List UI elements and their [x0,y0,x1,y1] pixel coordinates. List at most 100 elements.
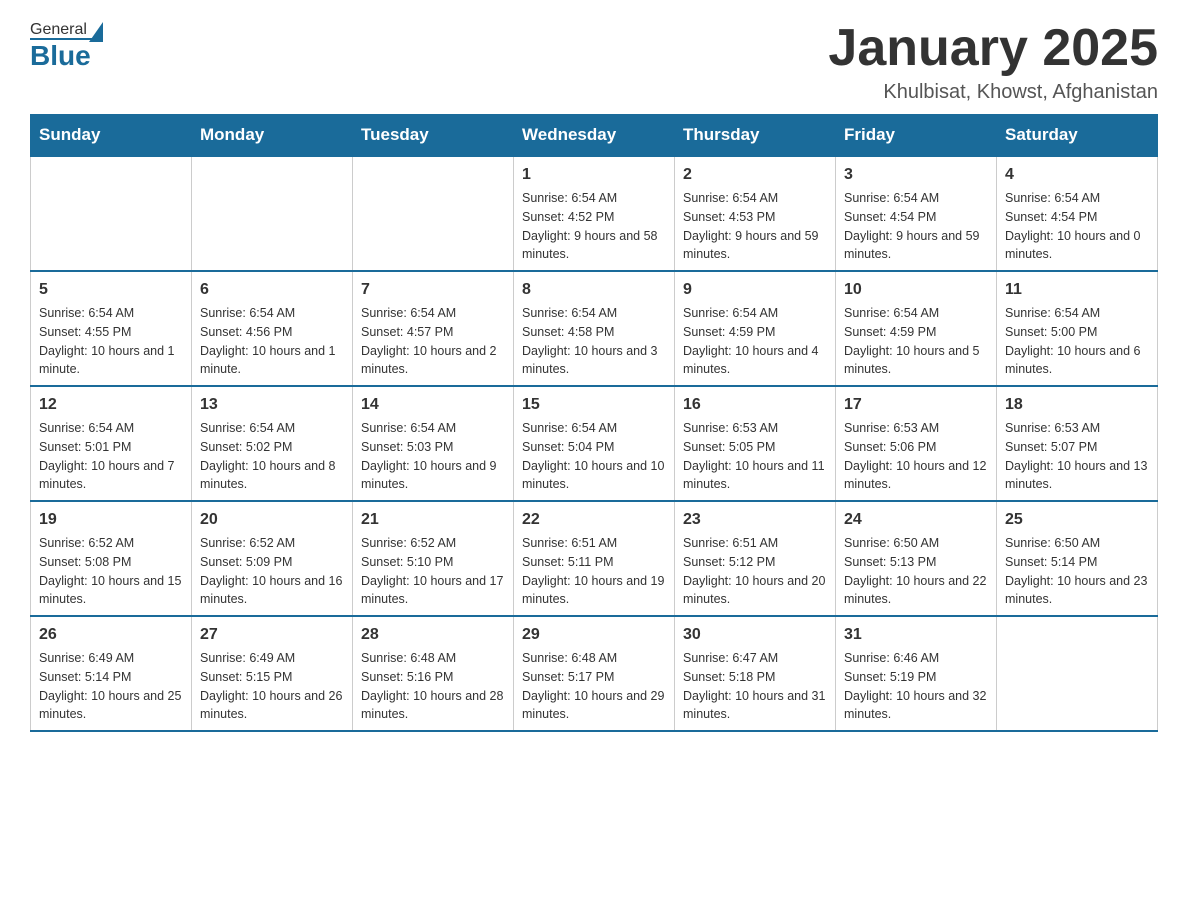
logo-general-text: General [30,21,87,39]
sunset-text: Sunset: 5:00 PM [1005,325,1097,339]
daylight-text: Daylight: 10 hours and 11 minutes. [683,459,825,492]
sunset-text: Sunset: 4:56 PM [200,325,292,339]
sunset-text: Sunset: 5:14 PM [39,670,131,684]
col-tuesday: Tuesday [353,115,514,157]
sunset-text: Sunset: 4:55 PM [39,325,131,339]
day-number: 20 [200,508,344,532]
sunrise-text: Sunrise: 6:53 AM [683,421,778,435]
day-number: 6 [200,278,344,302]
sunset-text: Sunset: 5:15 PM [200,670,292,684]
table-row: 30Sunrise: 6:47 AMSunset: 5:18 PMDayligh… [675,616,836,731]
sunrise-text: Sunrise: 6:48 AM [522,651,617,665]
day-number: 24 [844,508,988,532]
logo-blue-text: Blue [30,40,91,72]
table-row: 6Sunrise: 6:54 AMSunset: 4:56 PMDaylight… [192,271,353,386]
day-number: 2 [683,163,827,187]
sunrise-text: Sunrise: 6:54 AM [361,306,456,320]
table-row: 12Sunrise: 6:54 AMSunset: 5:01 PMDayligh… [31,386,192,501]
daylight-text: Daylight: 10 hours and 32 minutes. [844,689,986,722]
sunset-text: Sunset: 4:54 PM [844,210,936,224]
day-number: 1 [522,163,666,187]
calendar-week-row: 26Sunrise: 6:49 AMSunset: 5:14 PMDayligh… [31,616,1158,731]
daylight-text: Daylight: 10 hours and 17 minutes. [361,574,503,607]
day-number: 14 [361,393,505,417]
sunrise-text: Sunrise: 6:52 AM [361,536,456,550]
table-row: 9Sunrise: 6:54 AMSunset: 4:59 PMDaylight… [675,271,836,386]
col-saturday: Saturday [997,115,1158,157]
sunset-text: Sunset: 5:05 PM [683,440,775,454]
table-row: 22Sunrise: 6:51 AMSunset: 5:11 PMDayligh… [514,501,675,616]
sunrise-text: Sunrise: 6:48 AM [361,651,456,665]
daylight-text: Daylight: 9 hours and 59 minutes. [683,229,819,262]
sunrise-text: Sunrise: 6:47 AM [683,651,778,665]
daylight-text: Daylight: 10 hours and 22 minutes. [844,574,986,607]
daylight-text: Daylight: 10 hours and 1 minute. [39,344,175,377]
sunrise-text: Sunrise: 6:46 AM [844,651,939,665]
daylight-text: Daylight: 10 hours and 16 minutes. [200,574,342,607]
sunset-text: Sunset: 5:19 PM [844,670,936,684]
table-row: 8Sunrise: 6:54 AMSunset: 4:58 PMDaylight… [514,271,675,386]
sunrise-text: Sunrise: 6:54 AM [844,306,939,320]
col-wednesday: Wednesday [514,115,675,157]
sunrise-text: Sunrise: 6:53 AM [844,421,939,435]
sunrise-text: Sunrise: 6:54 AM [522,421,617,435]
sunset-text: Sunset: 5:12 PM [683,555,775,569]
daylight-text: Daylight: 10 hours and 25 minutes. [39,689,181,722]
day-number: 8 [522,278,666,302]
sunset-text: Sunset: 5:01 PM [39,440,131,454]
title-section: January 2025 Khulbisat, Khowst, Afghanis… [828,20,1158,104]
daylight-text: Daylight: 10 hours and 26 minutes. [200,689,342,722]
day-number: 12 [39,393,183,417]
table-row: 7Sunrise: 6:54 AMSunset: 4:57 PMDaylight… [353,271,514,386]
sunset-text: Sunset: 5:14 PM [1005,555,1097,569]
daylight-text: Daylight: 10 hours and 31 minutes. [683,689,825,722]
daylight-text: Daylight: 10 hours and 12 minutes. [844,459,986,492]
sunset-text: Sunset: 5:03 PM [361,440,453,454]
table-row: 23Sunrise: 6:51 AMSunset: 5:12 PMDayligh… [675,501,836,616]
sunset-text: Sunset: 5:07 PM [1005,440,1097,454]
day-number: 23 [683,508,827,532]
day-number: 21 [361,508,505,532]
page-header: General Blue January 2025 Khulbisat, Kho… [30,20,1158,104]
day-number: 7 [361,278,505,302]
calendar-week-row: 12 Sunrise: 6:54 AM Sunset: 5:01 PM Dayligh… [31,386,1158,501]
daylight-text: Daylight: 10 hours and 8 minutes. [200,459,336,492]
table-row: 27Sunrise: 6:49 AMSunset: 5:15 PMDayligh… [192,616,353,731]
day-number: 26 [39,623,183,647]
sunset-text: Sunset: 5:06 PM [844,440,936,454]
table-row: 14Sunrise: 6:54 AMSunset: 5:03 PMDayligh… [353,386,514,501]
location-text: Khulbisat, Khowst, Afghanistan [828,81,1158,104]
daylight-text: Daylight: 10 hours and 0 minutes. [1005,229,1141,262]
day-number: 15 [522,393,666,417]
sunrise-text: Sunrise: 6:51 AM [522,536,617,550]
day-number: 4 [1005,163,1149,187]
day-number: 17 [844,393,988,417]
sunset-text: Sunset: 4:54 PM [1005,210,1097,224]
sunrise-text: Sunrise: 6:51 AM [683,536,778,550]
daylight-text: Daylight: 10 hours and 15 minutes. [39,574,181,607]
sunset-text: Sunset: 5:11 PM [522,555,614,569]
daylight-text: Daylight: 10 hours and 1 minute. [200,344,336,377]
day-number: 5 [39,278,183,302]
table-row [353,156,514,271]
daylight-text: Daylight: 10 hours and 28 minutes. [361,689,503,722]
sunrise-text: Sunrise: 6:50 AM [1005,536,1100,550]
table-row: 1Sunrise: 6:54 AMSunset: 4:52 PMDaylight… [514,156,675,271]
table-row: 24Sunrise: 6:50 AMSunset: 5:13 PMDayligh… [836,501,997,616]
sunrise-text: Sunrise: 6:54 AM [683,191,778,205]
sunrise-text: Sunrise: 6:52 AM [200,536,295,550]
table-row: 25Sunrise: 6:50 AMSunset: 5:14 PMDayligh… [997,501,1158,616]
table-row: 20Sunrise: 6:52 AMSunset: 5:09 PMDayligh… [192,501,353,616]
day-number: 13 [200,393,344,417]
logo: General Blue [30,20,105,72]
logo-triangle-icon [89,22,103,42]
sunset-text: Sunset: 4:59 PM [844,325,936,339]
sunset-text: Sunset: 5:16 PM [361,670,453,684]
col-thursday: Thursday [675,115,836,157]
daylight-text: Daylight: 10 hours and 10 minutes. [522,459,664,492]
table-row [192,156,353,271]
sunrise-text: Sunrise: 6:53 AM [1005,421,1100,435]
sunset-text: Sunset: 4:57 PM [361,325,453,339]
table-row: 11Sunrise: 6:54 AMSunset: 5:00 PMDayligh… [997,271,1158,386]
day-number: 18 [1005,393,1149,417]
